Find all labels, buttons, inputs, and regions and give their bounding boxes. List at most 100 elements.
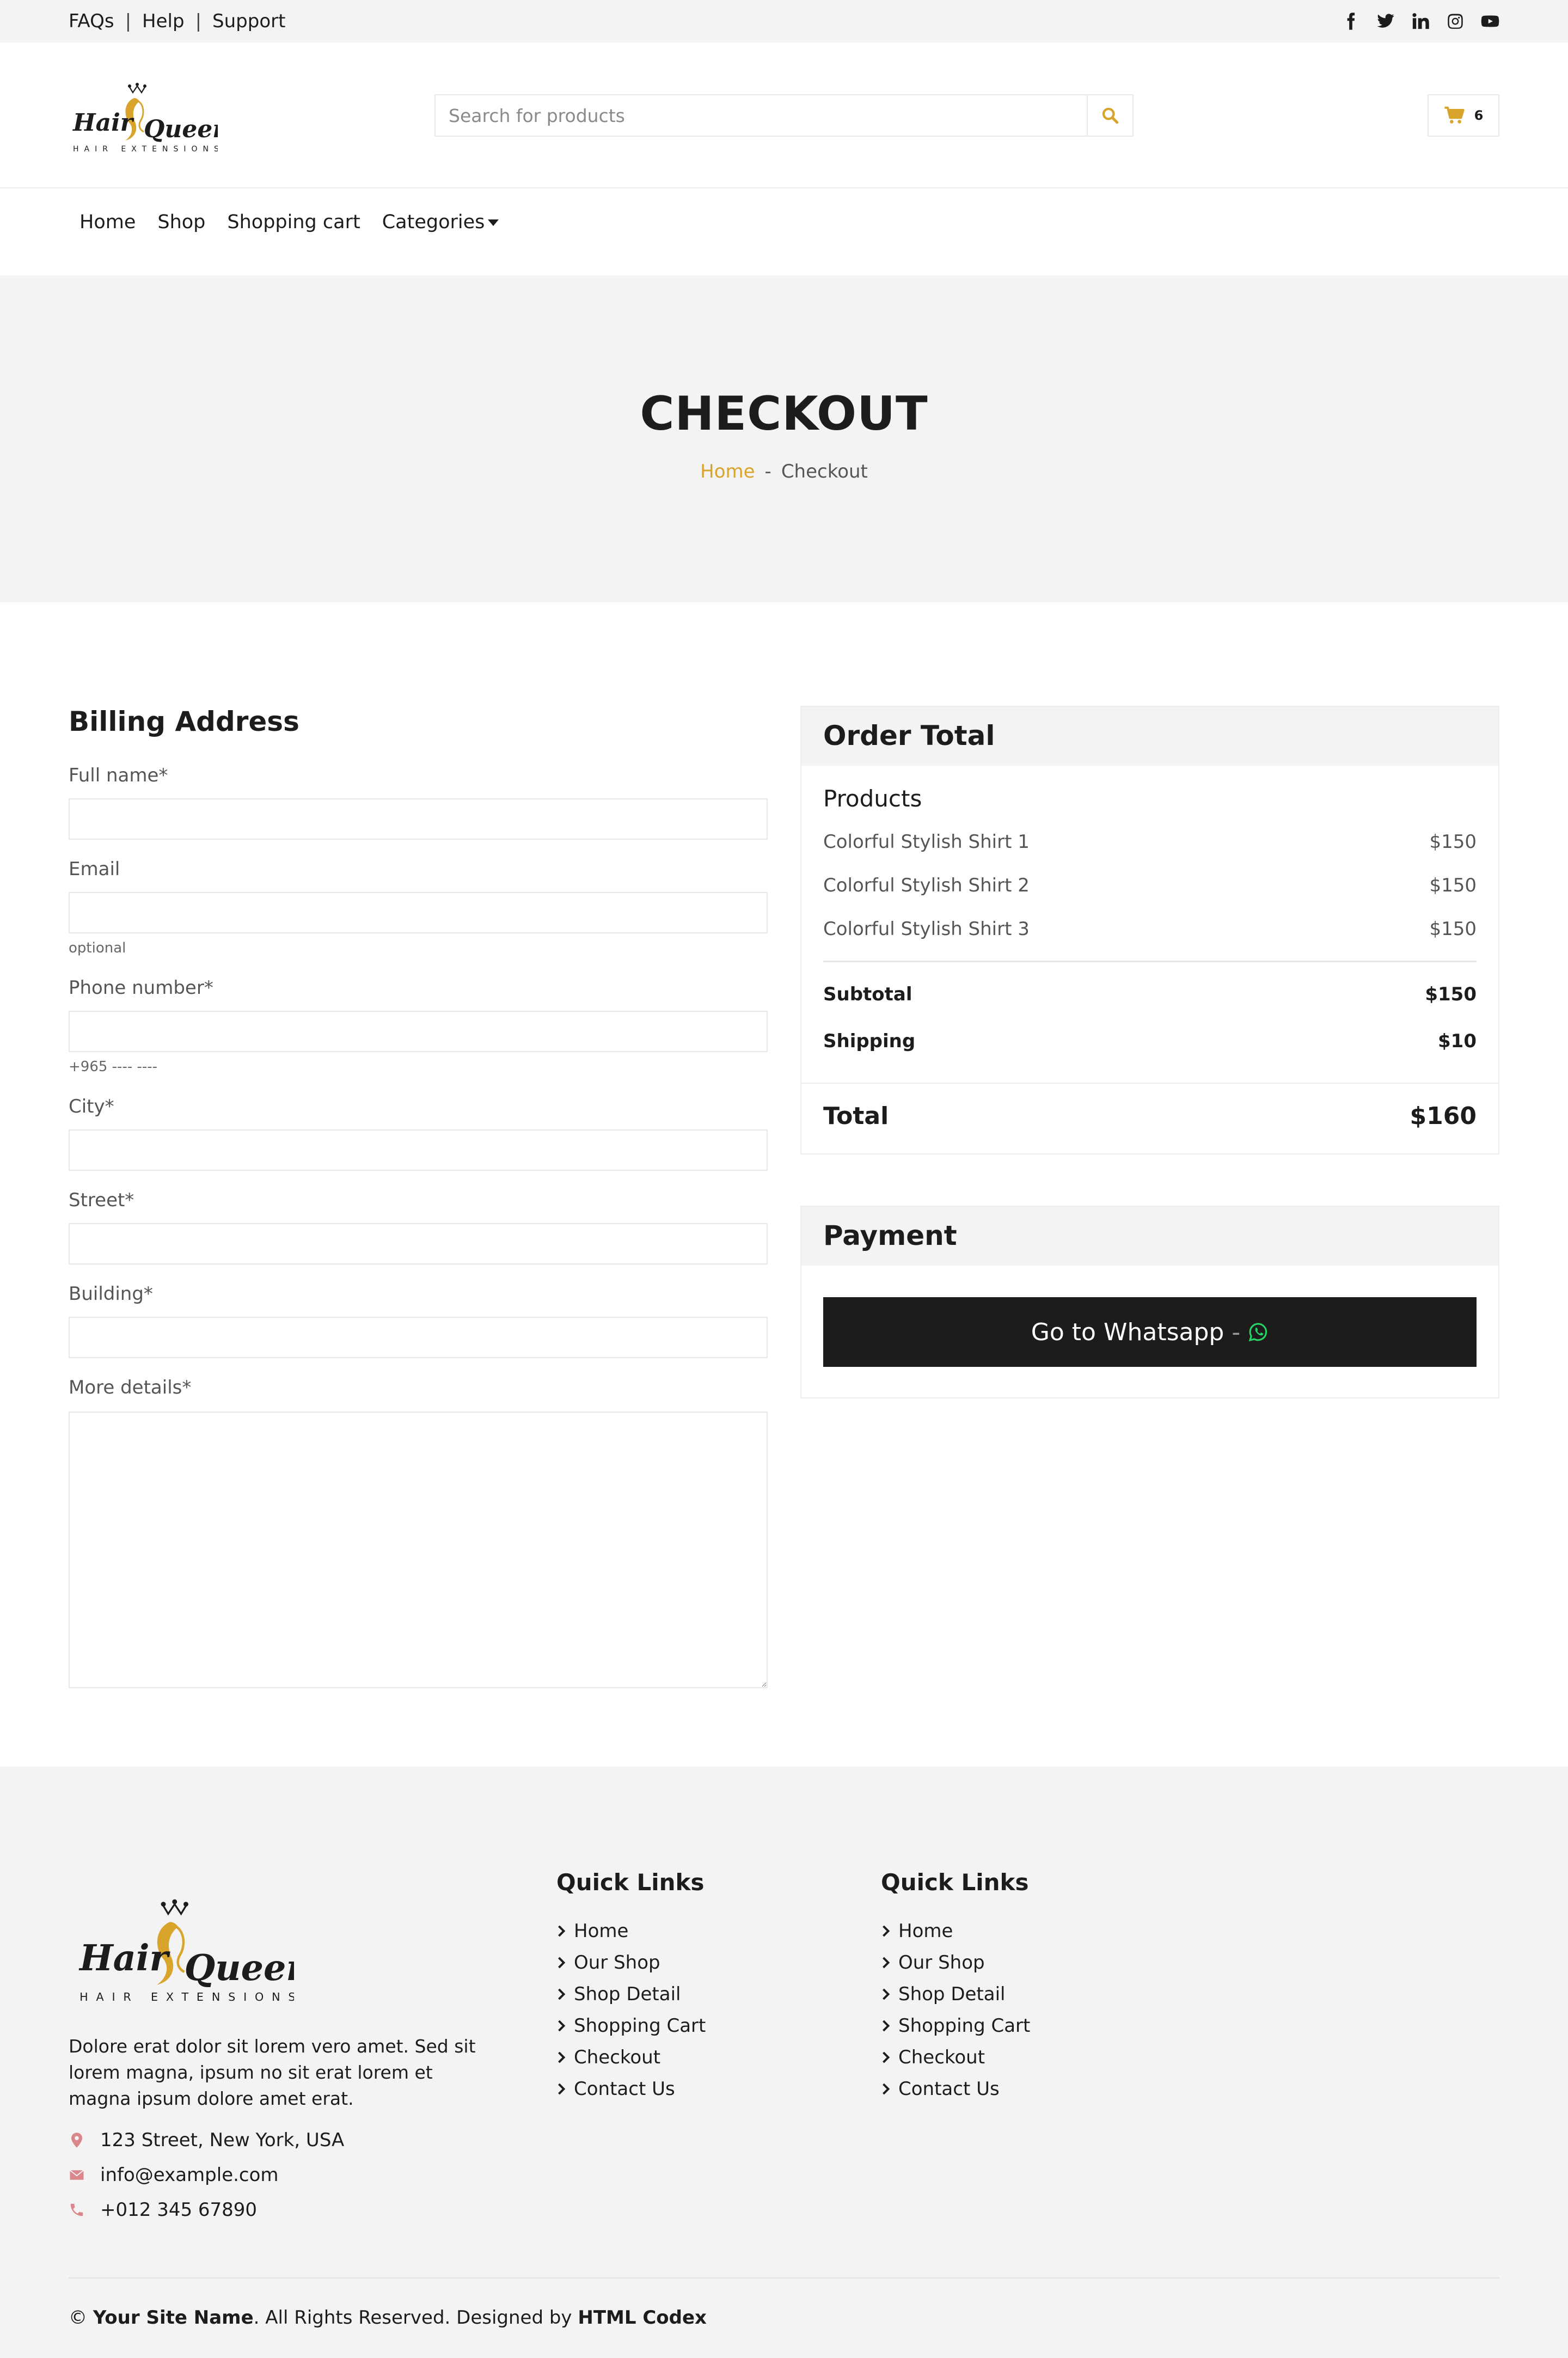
copyright-symbol: © [69, 2307, 87, 2329]
nav-shop[interactable]: Shop [146, 211, 216, 233]
email-field [69, 892, 768, 933]
product-price: $150 [1429, 875, 1477, 896]
full-name-field [69, 798, 768, 840]
city-field [69, 1129, 768, 1171]
subtotal-row: Subtotal $150 [823, 983, 1477, 1005]
footer-link-home[interactable]: Home [556, 1920, 706, 1942]
city-input[interactable] [70, 1131, 767, 1170]
nav-categories-label: Categories [382, 211, 485, 233]
footer-logo[interactable]: Hair Queen HAIR EXTENSIONS [76, 1890, 312, 2009]
shipping-value: $10 [1438, 1030, 1477, 1052]
chevron-right-icon [883, 2020, 890, 2032]
total-value: $160 [1410, 1102, 1477, 1130]
search-button[interactable] [1087, 95, 1132, 136]
full-name-input[interactable] [70, 799, 767, 839]
separator: | [125, 10, 132, 32]
instagram-icon[interactable] [1446, 12, 1465, 30]
link-label: Our Shop [574, 1952, 660, 1974]
footer-link-our-shop[interactable]: Our Shop [556, 1952, 706, 1974]
phone-hint: +965 ---- ---- [69, 1059, 157, 1075]
chevron-right-icon [883, 1957, 890, 1969]
address-text: 123 Street, New York, USA [100, 2129, 345, 2151]
product-name: Colorful Stylish Shirt 3 [823, 918, 1030, 940]
youtube-icon[interactable] [1481, 12, 1499, 30]
chevron-right-icon [883, 1925, 890, 1937]
map-marker-icon [71, 2133, 82, 2148]
breadcrumb-home[interactable]: Home [700, 461, 755, 482]
chevron-right-icon [558, 1988, 566, 2000]
footer-link-our-shop[interactable]: Our Shop [881, 1952, 1030, 1974]
product-price: $150 [1429, 831, 1477, 853]
breadcrumb-separator: - [764, 461, 771, 482]
order-total-title: Order Total [823, 720, 995, 752]
svg-text:HAIR EXTENSIONS: HAIR EXTENSIONS [79, 1990, 294, 2003]
chevron-right-icon [558, 2083, 566, 2095]
nav-shopping-cart[interactable]: Shopping cart [216, 211, 371, 233]
breadcrumb-current: Checkout [781, 461, 868, 482]
link-label: Shop Detail [898, 1983, 1006, 2005]
footer-link-checkout[interactable]: Checkout [881, 2047, 1030, 2068]
chevron-right-icon [558, 1925, 566, 1937]
nav-home[interactable]: Home [69, 211, 146, 233]
breadcrumb: Home - Checkout [0, 461, 1568, 482]
chevron-right-icon [883, 2051, 890, 2063]
link-label: Checkout [574, 2047, 661, 2068]
linkedin-icon[interactable] [1411, 12, 1430, 30]
footer-link-shop-detail[interactable]: Shop Detail [556, 1983, 706, 2005]
phone-input[interactable] [70, 1012, 767, 1051]
street-input[interactable] [70, 1224, 767, 1263]
whatsapp-button-label: Go to Whatsapp [1031, 1318, 1224, 1346]
separator: - [1232, 1318, 1241, 1346]
rights-text: . All Rights Reserved. Designed by [253, 2307, 578, 2329]
footer-link-contact-us[interactable]: Contact Us [556, 2078, 706, 2100]
link-label: Checkout [898, 2047, 985, 2068]
twitter-icon[interactable] [1376, 12, 1395, 30]
phone-label: Phone number* [69, 977, 213, 999]
cart-button[interactable]: 6 [1428, 94, 1499, 137]
footer-link-home[interactable]: Home [881, 1920, 1030, 1942]
payment-title: Payment [823, 1220, 957, 1251]
nav-categories[interactable]: Categories [371, 211, 510, 233]
support-link[interactable]: Support [212, 10, 285, 32]
quick-links-title: Quick Links [881, 1869, 1029, 1896]
help-link[interactable]: Help [142, 10, 185, 32]
email-input[interactable] [70, 893, 767, 932]
footer-link-contact-us[interactable]: Contact Us [881, 2078, 1030, 2100]
building-label: Building* [69, 1283, 153, 1305]
building-input[interactable] [70, 1318, 767, 1357]
order-item: Colorful Stylish Shirt 2 $150 [823, 875, 1477, 896]
details-textarea[interactable] [70, 1413, 767, 1687]
email-hint: optional [69, 940, 126, 956]
site-name: Your Site Name [93, 2307, 254, 2329]
whatsapp-button[interactable]: Go to Whatsapp - [823, 1297, 1477, 1367]
phone-icon [70, 2203, 83, 2216]
svg-text:Queen: Queen [185, 1947, 294, 1989]
site-logo[interactable]: Hair Queen HAIR EXTENSIONS [71, 76, 230, 158]
footer-link-shopping-cart[interactable]: Shopping Cart [881, 2015, 1030, 2037]
subtotal-label: Subtotal [823, 983, 912, 1005]
designer-link[interactable]: HTML Codex [578, 2307, 707, 2329]
chevron-right-icon [883, 1988, 890, 2000]
footer-link-shop-detail[interactable]: Shop Detail [881, 1983, 1030, 2005]
link-label: Home [574, 1920, 629, 1942]
svg-text:Hair: Hair [78, 1938, 170, 1979]
footer-link-checkout[interactable]: Checkout [556, 2047, 706, 2068]
search-icon [1102, 107, 1119, 124]
facebook-icon[interactable] [1342, 12, 1360, 30]
whatsapp-icon [1248, 1323, 1267, 1342]
faqs-link[interactable]: FAQs [69, 10, 114, 32]
phone-field [69, 1011, 768, 1052]
footer-description: Dolore erat dolor sit lorem vero amet. S… [69, 2036, 476, 2109]
footer-link-shopping-cart[interactable]: Shopping Cart [556, 2015, 706, 2037]
designer-name: HTML Codex [578, 2307, 707, 2329]
topbar-links: FAQs | Help | Support [69, 9, 285, 34]
quick-links-title: Quick Links [556, 1869, 705, 1896]
search-bar [434, 94, 1134, 137]
caret-down-icon [488, 219, 499, 226]
search-input[interactable] [436, 95, 1087, 136]
full-name-label: Full name* [69, 765, 168, 786]
shipping-label: Shipping [823, 1030, 916, 1052]
order-item: Colorful Stylish Shirt 1 $150 [823, 831, 1477, 853]
site-name-link[interactable]: Your Site Name [93, 2307, 254, 2329]
shipping-row: Shipping $10 [823, 1030, 1477, 1052]
